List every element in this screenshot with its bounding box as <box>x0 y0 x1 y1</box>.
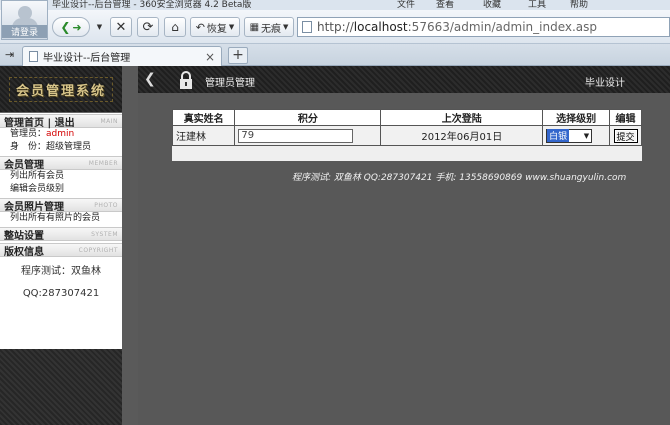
cell-real-name: 汪建林 <box>171 125 236 146</box>
section-system[interactable]: 整站设置 SYSTEM <box>0 227 122 242</box>
link-edit-member-level[interactable]: 编辑会员级别 <box>0 183 122 196</box>
menu-file[interactable]: 文件 <box>397 0 415 10</box>
section-photo-title: 会员照片管理 <box>4 201 64 213</box>
close-icon[interactable]: × <box>205 50 215 64</box>
section-photo-en: PHOTO <box>94 201 118 209</box>
submit-button[interactable]: 提交 <box>613 128 638 143</box>
window-titlebar: 毕业设计--后台管理 - 360安全浏览器 4.2 Beta版 文件 查看 收藏… <box>0 0 670 10</box>
tab-admin[interactable]: 毕业设计--后台管理 × <box>22 46 222 66</box>
section-copyright-en: COPYRIGHT <box>78 246 118 254</box>
section-copyright-title: 版权信息 <box>4 246 44 258</box>
cell-score <box>234 125 382 146</box>
sidebar-toggle-icon[interactable]: ⇥ <box>5 48 14 61</box>
sidebar: 会员管理系统 管理首页 | 退出 MAIN 管理员：admin 身 份：超级管理… <box>0 66 138 425</box>
undo-icon: ↶ <box>195 20 205 34</box>
chevron-down-icon: ▼ <box>583 131 590 140</box>
window-title: 毕业设计--后台管理 - 360安全浏览器 4.2 Beta版 <box>52 0 252 10</box>
home-icon: ⌂ <box>171 20 179 34</box>
grid-icon: ▦ <box>249 21 260 33</box>
refresh-button[interactable]: ⟳ <box>137 17 159 37</box>
refresh-icon: ⟳ <box>142 19 154 35</box>
level-value: 白银 <box>547 129 570 142</box>
admin-table: 真实姓名 积分 上次登陆 选择级别 编辑 汪建林 2012年06月01日 <box>171 109 642 146</box>
cell-level: 白银 ▼ <box>542 125 611 146</box>
section-member-title: 会员管理 <box>4 159 44 171</box>
link-list-photo-members[interactable]: 列出所有有照片的会员 <box>0 212 122 225</box>
forward-icon: ➜ <box>72 20 82 34</box>
url-host: localhost <box>353 20 408 34</box>
lock-icon <box>178 70 194 93</box>
stop-icon: ✕ <box>115 19 127 35</box>
header-edit: 编辑 <box>609 109 642 126</box>
table-header-row: 真实姓名 积分 上次登陆 选择级别 编辑 <box>171 109 642 126</box>
url-path: :57663/admin/admin_index.asp <box>407 20 598 34</box>
section-main-title[interactable]: 管理首页 | 退出 <box>4 114 75 129</box>
identity-label: 身 份： <box>10 142 47 152</box>
stop-button[interactable]: ✕ <box>110 17 132 37</box>
header-real-name: 真实姓名 <box>171 109 236 126</box>
section-main-en: MAIN <box>100 117 118 125</box>
logo-text: 会员管理系统 <box>8 76 113 102</box>
section-member-en: MEMBER <box>88 159 118 167</box>
page-title: 管理员管理 <box>205 78 255 89</box>
section-member: 会员管理 MEMBER <box>0 156 122 171</box>
copyright-qq: QQ:287307421 <box>22 288 100 299</box>
main-header: ❮ 管理员管理 毕业设计 <box>138 66 670 93</box>
score-input[interactable] <box>238 128 354 143</box>
menu-favorites[interactable]: 收藏 <box>483 0 501 10</box>
new-tab-button[interactable]: + <box>228 47 248 64</box>
menu-help[interactable]: 帮助 <box>570 0 588 10</box>
section-system-en: SYSTEM <box>91 230 118 238</box>
browser-toolbar: ❮ ➜ ▼ ✕ ⟳ ⌂ ↶ 恢复 ▼ ▦ 无痕 ▼ http://localho… <box>0 10 670 44</box>
tab-title: 毕业设计--后台管理 <box>43 53 131 64</box>
page-icon <box>302 21 312 33</box>
url-scheme: http:// <box>317 20 354 34</box>
admin-table-panel: 真实姓名 积分 上次登陆 选择级别 编辑 汪建林 2012年06月01日 <box>171 109 642 161</box>
menu-tools[interactable]: 工具 <box>528 0 546 10</box>
no-trace-label: 无痕 <box>261 23 282 35</box>
login-label[interactable]: 请登录 <box>2 25 47 38</box>
identity-value: 超级管理员 <box>46 142 92 152</box>
cell-last-login: 2012年06月01日 <box>380 125 544 146</box>
site-title: 毕业设计 <box>585 78 625 89</box>
header-score: 积分 <box>234 109 382 126</box>
header-last-login: 上次登陆 <box>380 109 544 126</box>
home-button[interactable]: ⌂ <box>164 17 186 37</box>
level-select[interactable]: 白银 ▼ <box>546 128 593 143</box>
table-row: 汪建林 2012年06月01日 白银 ▼ 提交 <box>171 125 642 146</box>
address-bar[interactable]: http://localhost:57663/admin/admin_index… <box>297 17 670 37</box>
sidebar-divider <box>122 66 138 425</box>
menu-view[interactable]: 查看 <box>436 0 454 10</box>
chevron-down-icon: ▼ <box>228 23 235 31</box>
admin-label: 管理员： <box>10 129 47 139</box>
main-content: ❮ 管理员管理 毕业设计 真实姓名 积分 上次登陆 选择级别 编辑 汪建林 79… <box>138 66 670 425</box>
user-avatar[interactable]: 请登录 <box>1 0 48 40</box>
collapse-sidebar-icon[interactable]: ❮ <box>144 71 156 87</box>
section-system-title[interactable]: 整站设置 <box>4 227 44 242</box>
sidebar-panel: 会员管理系统 管理首页 | 退出 MAIN 管理员：admin 身 份：超级管理… <box>0 66 122 425</box>
back-forward-button[interactable]: ❮ ➜ <box>52 17 90 37</box>
restore-label: 恢复 <box>206 23 227 35</box>
page-icon <box>29 51 38 62</box>
footer-text: 程序测试: 双鱼林 QQ:287307421 手机: 13558690869 w… <box>292 173 627 183</box>
sidebar-logo: 会员管理系统 <box>0 66 122 113</box>
sidebar-footer-decoration <box>0 349 122 425</box>
identity-info: 身 份：超级管理员 <box>0 141 122 154</box>
no-trace-button[interactable]: ▦ 无痕 ▼ <box>244 17 294 37</box>
header-select-level: 选择级别 <box>542 109 611 126</box>
history-dropdown-icon[interactable]: ▼ <box>93 17 106 37</box>
chevron-down-icon: ▼ <box>283 23 289 31</box>
section-main[interactable]: 管理首页 | 退出 MAIN <box>0 114 122 129</box>
link-list-members[interactable]: 列出所有会员 <box>0 170 122 183</box>
section-photo: 会员照片管理 PHOTO <box>0 198 122 213</box>
tab-bar: ⇥ 毕业设计--后台管理 × + <box>0 44 670 66</box>
cell-edit: 提交 <box>609 125 642 146</box>
copyright-tester: 程序测试：双鱼林 <box>21 266 101 277</box>
admin-name: admin <box>46 129 75 139</box>
restore-button[interactable]: ↶ 恢复 ▼ <box>190 17 240 37</box>
section-copyright: 版权信息 COPYRIGHT <box>0 243 122 258</box>
back-icon: ❮ <box>60 20 71 34</box>
admin-info: 管理员：admin <box>0 128 122 141</box>
